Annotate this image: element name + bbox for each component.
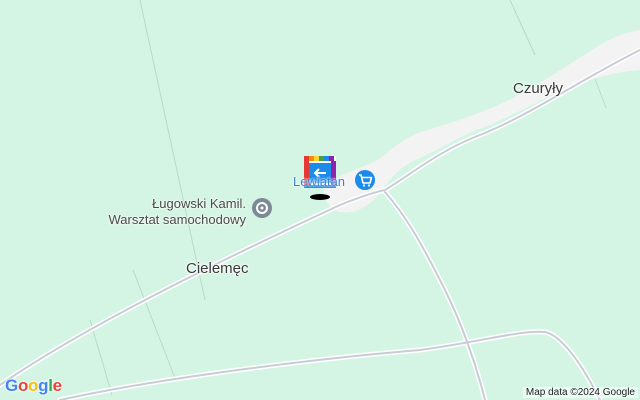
shopping-cart-icon[interactable] xyxy=(355,170,375,190)
wrench-pin-icon[interactable] xyxy=(252,198,272,218)
poi-label-store[interactable]: Lewiatan xyxy=(293,174,345,189)
poi-label-workshop-name: Ługowski Kamil. xyxy=(152,196,246,211)
place-label-cielemec: Cielemęc xyxy=(186,260,249,277)
map-attribution: Map data ©2024 Google xyxy=(522,387,638,398)
poi-label-workshop-type: Warsztat samochodowy xyxy=(108,212,246,227)
poi-label-workshop[interactable]: Ługowski Kamil. Warsztat samochodowy xyxy=(108,196,246,228)
place-label-czuryly: Czuryły xyxy=(513,80,564,97)
google-logo: Google xyxy=(5,376,62,395)
map-canvas[interactable] xyxy=(0,0,640,400)
